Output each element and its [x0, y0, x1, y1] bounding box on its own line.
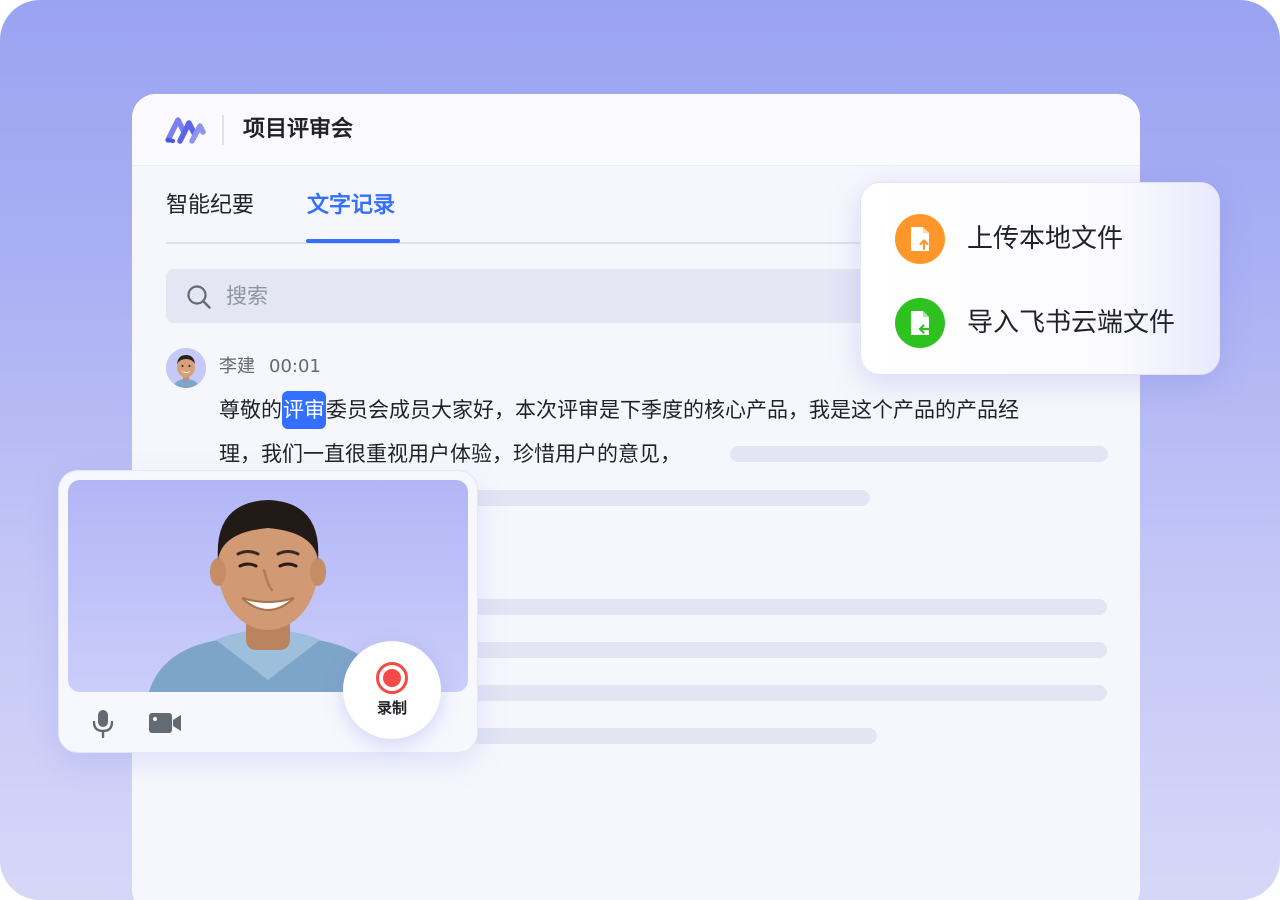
tab-transcript[interactable]: 文字记录 [307, 190, 395, 222]
transcript-line: 理，我们一直很重视用户体验，珍惜用户的意见， [219, 439, 681, 469]
placeholder-line [730, 446, 1108, 462]
search-highlight[interactable]: 评审 [282, 391, 326, 429]
search-icon [187, 285, 211, 309]
page-title: 项目评审会 [243, 117, 354, 142]
microphone-icon[interactable] [87, 707, 119, 739]
menu-item-label: 导入飞书云端文件 [967, 308, 1176, 338]
active-tab-indicator [306, 239, 400, 243]
transcript-line: 尊敬的评审委员会成员大家好，本次评审是下季度的核心产品，我是这个产品的产品经 [219, 391, 1019, 429]
upload-local-file-item[interactable]: 上传本地文件 [895, 213, 1205, 265]
transcript-text: 理，我们一直很重视用户体验，珍惜用户的意见， [219, 442, 681, 466]
import-cloud-file-item[interactable]: 导入飞书云端文件 [895, 297, 1205, 349]
placeholder-line [462, 490, 870, 506]
speaker-avatar[interactable] [166, 348, 206, 388]
upload-menu: 上传本地文件 导入飞书云端文件 [860, 182, 1220, 375]
title-divider [222, 115, 224, 145]
app-logo-icon [165, 117, 206, 144]
placeholder-line [472, 728, 877, 744]
placeholder-line [472, 599, 1107, 615]
record-icon [376, 662, 408, 694]
record-button[interactable]: 录制 [343, 641, 441, 739]
speaker-name: 李建 [219, 356, 255, 377]
transcript-text: 委员会成员大家好，本次评审是下季度的核心产品，我是这个产品的产品经 [326, 398, 1019, 422]
camera-icon[interactable] [147, 707, 183, 739]
tab-smart-summary[interactable]: 智能纪要 [166, 190, 254, 222]
transcript-text: 尊敬的 [219, 398, 282, 422]
placeholder-line [472, 685, 1107, 701]
title-bar: 项目评审会 [132, 94, 1140, 166]
placeholder-line [472, 642, 1107, 658]
menu-item-label: 上传本地文件 [967, 224, 1124, 254]
search-placeholder: 搜索 [226, 284, 268, 308]
file-upload-icon [895, 214, 945, 264]
app-stage: 项目评审会 智能纪要 文字记录 搜索 李建 00:01 尊敬的评审委员会成员大家… [0, 0, 1280, 900]
file-import-icon [895, 298, 945, 348]
record-label: 录制 [376, 699, 407, 717]
speaker-timestamp[interactable]: 00:01 [269, 354, 321, 380]
avatar-face-icon [166, 348, 206, 388]
